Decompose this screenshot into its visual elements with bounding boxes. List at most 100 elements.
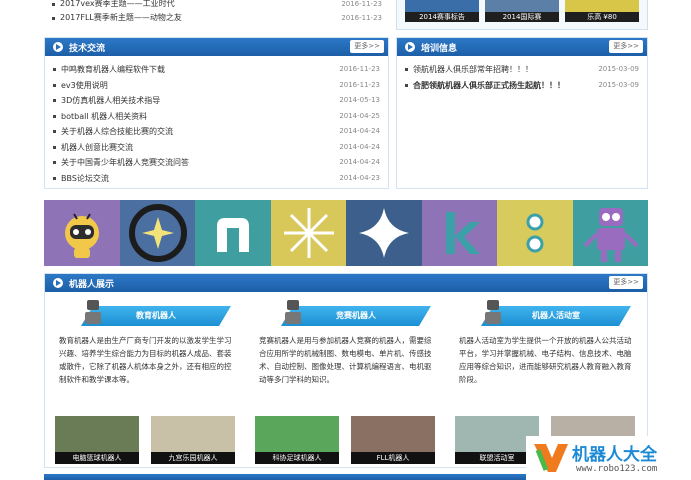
item-date: 2016-11-23: [339, 65, 380, 73]
banner-tile-robot-2: [572, 200, 648, 266]
more-link[interactable]: 更多>>: [609, 40, 643, 53]
item-title[interactable]: botball 机器人相关资料: [61, 109, 147, 125]
bullet-icon: [53, 161, 56, 164]
robot-photo[interactable]: FLL机器人: [351, 416, 435, 464]
letter-n-icon: [217, 218, 249, 252]
list-item[interactable]: 合肥领航机器人俱乐部正式扬生起航！！！ 2015-03-09: [405, 78, 639, 94]
robot-banner[interactable]: [44, 200, 648, 266]
site-logo[interactable]: 机器人大全 www.robo123.com: [526, 436, 691, 480]
card-tab[interactable]: 竞赛机器人: [281, 306, 431, 326]
item-date: 2014-05-13: [339, 96, 380, 104]
training-info-panel: 培训信息 更多>> 领航机器人俱乐部常年招聘！！！ 2015-03-09 合肥领航…: [396, 37, 648, 189]
thumbnail-caption: 乐高 ¥80: [565, 12, 639, 22]
card-tab[interactable]: 机器人活动室: [481, 306, 631, 326]
more-link[interactable]: 更多>>: [350, 40, 384, 53]
item-title[interactable]: 合肥领航机器人俱乐部正式扬生起航！！！: [413, 78, 565, 94]
showcase-card-education: 教育机器人 教育机器人是由生产厂商专门开发的以激发学生学习兴趣、培养学生综合能力…: [51, 298, 243, 464]
list-item[interactable]: 2017FLL赛季新主题——动物之友 2016-11-23: [52, 11, 382, 25]
banner-tile-colon: [497, 200, 573, 266]
photo-caption: 电脑篮球机器人: [55, 452, 139, 464]
thumbnail-caption: 2014国际赛: [485, 12, 559, 22]
robot-icon: [285, 300, 301, 324]
robot-figure-icon: [583, 208, 638, 262]
logo-brand-text: 机器人大全: [572, 445, 657, 465]
news-date: 2016-11-23: [341, 0, 382, 8]
robot-photo[interactable]: 九宫乐园机器人: [151, 416, 235, 464]
thumbnail[interactable]: 2014国际赛: [485, 0, 559, 22]
thumbnail[interactable]: 2014赛事标告: [405, 0, 479, 22]
list-item[interactable]: 领航机器人俱乐部常年招聘！！！ 2015-03-09: [405, 62, 639, 78]
banner-tile-asterisk: [270, 200, 346, 266]
photo-caption: FLL机器人: [351, 452, 435, 464]
news-title[interactable]: 2017vex赛季主题——工业时代: [60, 0, 175, 11]
banner-tile-star: [346, 200, 422, 266]
list-item[interactable]: 2017vex赛季主题——工业时代 2016-11-23: [52, 0, 382, 11]
panel-header: 机器人展示 更多>>: [45, 274, 647, 292]
item-title[interactable]: BBS论坛交流: [61, 171, 109, 187]
bullet-icon: [53, 99, 56, 102]
item-title[interactable]: 3D仿真机器人相关技术指导: [61, 93, 160, 109]
item-title[interactable]: 机器人创意比赛交流: [61, 140, 133, 156]
play-icon: [53, 278, 63, 288]
item-date: 2015-03-09: [598, 80, 639, 89]
panel-title: 技术交流: [69, 44, 106, 54]
item-title[interactable]: 领航机器人俱乐部常年招聘！！！: [413, 62, 533, 78]
bullet-icon: [405, 83, 408, 87]
bullet-icon: [53, 114, 56, 118]
item-title[interactable]: ev3使用说明: [61, 78, 108, 94]
robot-photo[interactable]: 电脑篮球机器人: [55, 416, 139, 464]
bullet-icon: [53, 145, 56, 149]
bullet-icon: [53, 68, 56, 71]
list-item[interactable]: 机器人创意比赛交流 2014-04-24: [53, 140, 380, 156]
item-title[interactable]: 中鸣教育机器人编程软件下载: [61, 62, 165, 78]
card-description: 竞赛机器人是用与参加机器人竞赛的机器人，需要综合应用所学的机械制图、数电模电、单…: [259, 336, 432, 384]
item-date: 2014-04-24: [339, 158, 380, 166]
list-item[interactable]: 关于中国青少年机器人竞赛交流问答 2014-04-24: [53, 155, 380, 171]
item-title[interactable]: 关于中国青少年机器人竞赛交流问答: [61, 155, 189, 171]
robot-icon: [85, 300, 101, 324]
item-title[interactable]: 关于机器人综合技能比赛的交流: [61, 124, 173, 140]
training-list: 领航机器人俱乐部常年招聘！！！ 2015-03-09 合肥领航机器人俱乐部正式扬生…: [397, 62, 647, 93]
item-date: 2014-04-24: [339, 127, 380, 135]
item-date: 2016-11-23: [339, 80, 380, 89]
tech-exchange-panel: 技术交流 更多>> 中鸣教育机器人编程软件下载 2016-11-23 ev3使用说…: [44, 37, 389, 189]
panel-title: 培训信息: [421, 44, 458, 54]
top-thumbnail-strip: 2014赛事标告 2014国际赛 乐高 ¥80: [396, 0, 648, 30]
star-icon: [359, 208, 409, 258]
bullet-icon: [53, 130, 56, 133]
robot-photo[interactable]: 科协足球机器人: [255, 416, 339, 464]
list-item[interactable]: 关于机器人综合技能比赛的交流 2014-04-24: [53, 124, 380, 140]
banner-tile-circle: [119, 200, 195, 266]
list-item[interactable]: botball 机器人相关资料 2014-04-25: [53, 109, 380, 125]
bullet-icon: [52, 17, 55, 20]
panel-title: 机器人展示: [69, 280, 115, 290]
robot-icon: [485, 300, 501, 324]
list-item[interactable]: 3D仿真机器人相关技术指导 2014-05-13: [53, 93, 380, 109]
play-icon: [405, 42, 415, 52]
item-date: 2014-04-23: [339, 173, 380, 182]
bullet-icon: [405, 68, 408, 71]
list-item[interactable]: BBS论坛交流 2014-04-23: [53, 171, 380, 187]
list-item[interactable]: ev3使用说明 2016-11-23: [53, 78, 380, 94]
panel-header: 培训信息 更多>>: [397, 38, 647, 56]
card-description: 机器人活动室为学生提供一个开放的机器人公共活动平台，学习并掌握机械、电子结构、信…: [459, 336, 632, 384]
photo-caption: 九宫乐园机器人: [151, 452, 235, 464]
item-date: 2014-04-24: [339, 142, 380, 151]
logo-url-text: www.robo123.com: [576, 464, 658, 474]
item-date: 2015-03-09: [598, 65, 639, 73]
panel-header: 技术交流 更多>>: [45, 38, 388, 56]
more-link[interactable]: 更多>>: [609, 276, 643, 289]
list-item[interactable]: 中鸣教育机器人编程软件下载 2016-11-23: [53, 62, 380, 78]
play-icon: [53, 42, 63, 52]
card-tab[interactable]: 教育机器人: [81, 306, 231, 326]
robot-logo-icon: [534, 444, 568, 472]
news-title[interactable]: 2017FLL赛季新主题——动物之友: [60, 11, 182, 25]
colon-icon: [526, 213, 544, 253]
thumbnail[interactable]: 乐高 ¥80: [565, 0, 639, 22]
banner-tile-n: [195, 200, 271, 266]
robot-mascot-icon: [65, 213, 99, 258]
card-description: 教育机器人是由生产厂商专门开发的以激发学生学习兴趣、培养学生综合能力为目标的机器…: [59, 336, 232, 384]
bullet-icon: [53, 176, 56, 180]
tech-list: 中鸣教育机器人编程软件下载 2016-11-23 ev3使用说明 2016-11-2…: [45, 62, 388, 186]
showcase-card-competition: 竞赛机器人 竞赛机器人是用与参加机器人竞赛的机器人，需要综合应用所学的机械制图、…: [251, 298, 443, 464]
